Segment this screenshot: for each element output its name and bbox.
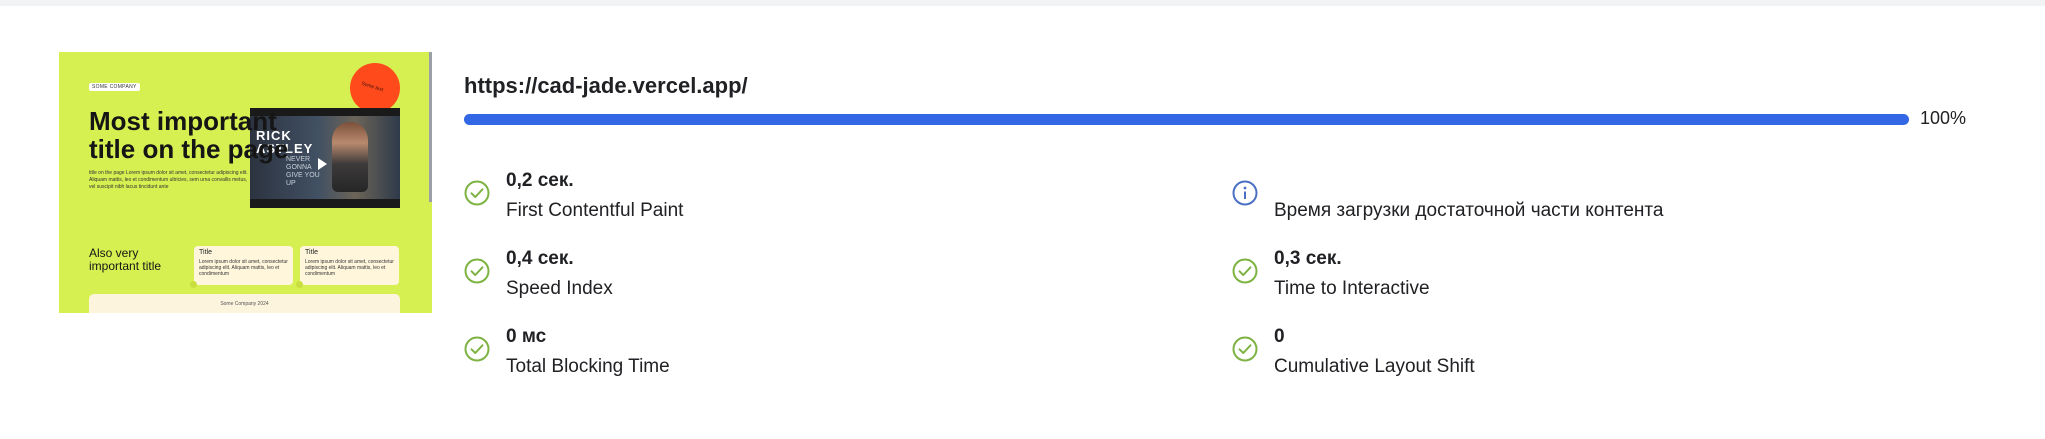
video-person-image bbox=[332, 122, 368, 192]
metric-value: 0,4 сек. bbox=[506, 248, 574, 269]
card-title: Title bbox=[199, 249, 212, 256]
thumbnail-card: Title Lorem ipsum dolor sit amet, consec… bbox=[296, 246, 399, 288]
score-progress-fill bbox=[464, 114, 1909, 125]
score-progress-bar bbox=[464, 114, 1909, 125]
play-icon bbox=[318, 158, 327, 170]
metric-value: 0,2 сек. bbox=[506, 170, 574, 191]
card-dot bbox=[296, 281, 303, 288]
card-dot bbox=[190, 281, 197, 288]
metric-label: First Contentful Paint bbox=[506, 200, 684, 221]
thumbnail-heading-text: Most important title on the page bbox=[89, 106, 289, 164]
thumbnail-footer-text: Some Company 2024 bbox=[220, 301, 269, 307]
info-circle-icon bbox=[1232, 180, 1258, 206]
score-progress-percent: 100% bbox=[1920, 108, 1967, 128]
top-divider bbox=[0, 0, 2045, 6]
metric-value: 0,3 сек. bbox=[1274, 248, 1342, 269]
metric-largest-contentful-paint: Время загрузки достаточной части контент… bbox=[1232, 170, 1932, 230]
check-circle-icon bbox=[464, 258, 490, 284]
thumbnail-card: Title Lorem ipsum dolor sit amet, consec… bbox=[190, 246, 293, 288]
thumbnail-footer: Some Company 2024 bbox=[89, 294, 400, 313]
metric-value: 0 мс bbox=[506, 326, 547, 347]
page-screenshot-thumbnail: SOME COMPANY Some text RICK ASTLEY NEVER… bbox=[59, 52, 432, 313]
metric-time-to-interactive: 0,3 сек. Time to Interactive bbox=[1232, 248, 1932, 308]
metric-value: 0 bbox=[1274, 326, 1285, 347]
thumbnail-circle-text: Some text bbox=[360, 80, 384, 94]
metric-label: Время загрузки достаточной части контент… bbox=[1274, 200, 1664, 221]
metric-label: Speed Index bbox=[506, 278, 613, 299]
card-body: Lorem ipsum dolor sit amet, consectetur … bbox=[199, 259, 288, 277]
check-circle-icon bbox=[1232, 258, 1258, 284]
thumbnail-badge: SOME COMPANY bbox=[89, 83, 140, 91]
metric-label: Time to Interactive bbox=[1274, 278, 1430, 299]
metric-cumulative-layout-shift: 0 Cumulative Layout Shift bbox=[1232, 326, 1932, 386]
metric-total-blocking-time: 0 мс Total Blocking Time bbox=[464, 326, 1164, 386]
metric-first-contentful-paint: 0,2 сек. First Contentful Paint bbox=[464, 170, 1164, 230]
thumbnail-paragraph: title on the page Lorem ipsum dolor sit … bbox=[89, 170, 248, 190]
thumbnail-heading: Most important title on the page bbox=[89, 107, 294, 163]
thumbnail-scrollbar bbox=[429, 52, 432, 202]
metric-speed-index: 0,4 сек. Speed Index bbox=[464, 248, 1164, 308]
card-body: Lorem ipsum dolor sit amet, consectetur … bbox=[305, 259, 394, 277]
check-circle-icon bbox=[464, 336, 490, 362]
metric-label: Total Blocking Time bbox=[506, 356, 670, 377]
tested-url-link[interactable]: https://cad-jade.vercel.app/ bbox=[464, 73, 748, 99]
metric-label: Cumulative Layout Shift bbox=[1274, 356, 1475, 377]
check-circle-icon bbox=[464, 180, 490, 206]
check-circle-icon bbox=[1232, 336, 1258, 362]
card-title: Title bbox=[305, 249, 318, 256]
thumbnail-orange-circle: Some text bbox=[350, 63, 400, 113]
thumbnail-subheading: Also very important title bbox=[89, 246, 162, 273]
